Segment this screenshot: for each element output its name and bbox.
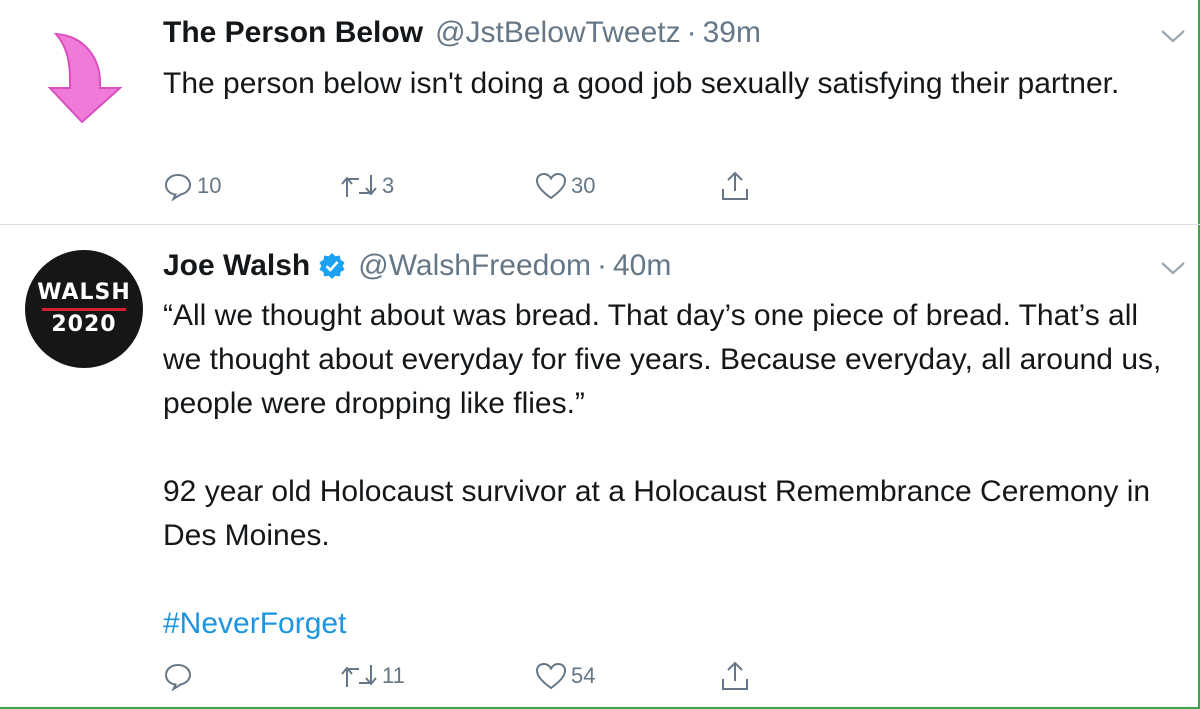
heart-icon bbox=[535, 661, 567, 691]
retweet-count: 11 bbox=[382, 663, 405, 688]
share-button[interactable] bbox=[720, 166, 750, 206]
tweet[interactable]: The Person Below @JstBelowTweetz · 39m T… bbox=[0, 0, 1200, 225]
reply-count: 10 bbox=[197, 173, 222, 198]
timestamp[interactable]: 39m bbox=[703, 16, 761, 50]
tweet-actions: 11 54 bbox=[0, 656, 1200, 696]
avatar[interactable]: WALSH 2020 bbox=[25, 250, 143, 368]
tweet-header: Joe Walsh @WalshFreedom · 40m bbox=[163, 249, 671, 283]
display-name[interactable]: Joe Walsh bbox=[163, 249, 310, 283]
like-count: 54 bbox=[571, 663, 596, 688]
chevron-down-icon[interactable] bbox=[1160, 28, 1186, 44]
display-name[interactable]: The Person Below bbox=[163, 16, 423, 50]
separator-dot: · bbox=[597, 249, 607, 282]
pink-down-arrow-icon[interactable] bbox=[47, 30, 128, 126]
avatar-text-walsh: WALSH bbox=[37, 280, 131, 305]
like-count: 30 bbox=[571, 173, 596, 198]
share-icon bbox=[720, 170, 750, 202]
reply-icon bbox=[163, 171, 193, 201]
heart-icon bbox=[535, 171, 567, 201]
retweet-count: 3 bbox=[382, 173, 395, 198]
separator-dot: · bbox=[686, 16, 697, 49]
tweet-text-line: The person below isn't doing a good job … bbox=[163, 67, 1120, 100]
share-icon bbox=[720, 660, 750, 692]
retweet-icon bbox=[340, 661, 378, 691]
tweet-actions: 10 3 30 bbox=[0, 166, 1200, 206]
hashtag-link[interactable]: #NeverForget bbox=[163, 607, 346, 640]
avatar-text-year: 2020 bbox=[51, 312, 117, 337]
retweet-button[interactable]: 3 bbox=[340, 166, 394, 206]
user-handle[interactable]: @JstBelowTweetz bbox=[435, 16, 681, 50]
avatar-red-bar bbox=[42, 308, 126, 311]
timestamp[interactable]: 40m bbox=[613, 249, 671, 283]
share-button[interactable] bbox=[720, 656, 750, 696]
tweet-text: The person below isn't doing a good job … bbox=[163, 62, 1183, 106]
tweet[interactable]: WALSH 2020 Joe Walsh @WalshFreedom · 40m… bbox=[0, 226, 1200, 707]
verified-badge-icon bbox=[318, 252, 346, 280]
tweet-text: “All we thought about was bread. That da… bbox=[163, 294, 1183, 646]
like-button[interactable]: 54 bbox=[535, 656, 595, 696]
retweet-button[interactable]: 11 bbox=[340, 656, 405, 696]
tweet-header: The Person Below @JstBelowTweetz · 39m bbox=[163, 16, 761, 50]
reply-button[interactable] bbox=[163, 656, 197, 696]
retweet-icon bbox=[340, 171, 378, 201]
chevron-down-icon[interactable] bbox=[1160, 260, 1186, 276]
quote-paragraph: “All we thought about was bread. That da… bbox=[163, 299, 1162, 420]
caption-paragraph: 92 year old Holocaust survivor at a Holo… bbox=[163, 475, 1151, 552]
tweet-divider bbox=[0, 224, 1200, 225]
like-button[interactable]: 30 bbox=[535, 166, 595, 206]
user-handle[interactable]: @WalshFreedom bbox=[358, 249, 591, 283]
reply-icon bbox=[163, 661, 193, 691]
reply-button[interactable]: 10 bbox=[163, 166, 221, 206]
